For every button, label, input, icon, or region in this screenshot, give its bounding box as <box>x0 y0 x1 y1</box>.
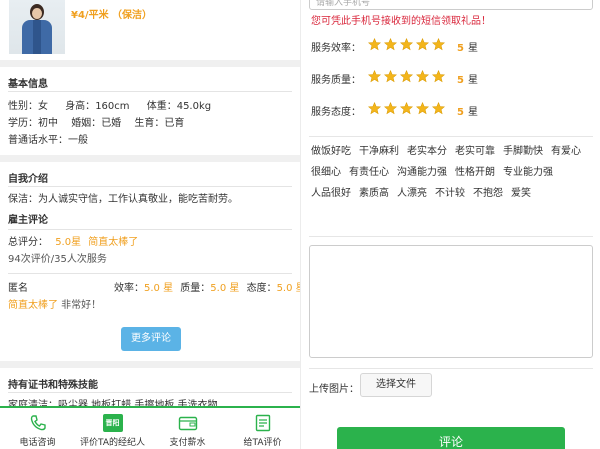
star-icon[interactable] <box>383 37 398 54</box>
basic-info-row-1: 性别：女 身高：160cm 体重：45.0kg <box>8 101 212 112</box>
basic-info-row-2: 学历：初中 婚姻：已婚 生育：已育 <box>8 118 185 129</box>
reviews-title: 雇主评论 <box>8 215 48 226</box>
star-rating-attitude[interactable] <box>367 101 446 118</box>
impression-tag[interactable]: 人漂亮 <box>397 187 427 201</box>
star-icon[interactable] <box>399 37 414 54</box>
star-icon[interactable] <box>415 69 430 86</box>
star-rating-efficiency[interactable] <box>367 37 446 54</box>
impression-tag[interactable]: 性格开朗 <box>455 166 495 180</box>
comment-textarea[interactable] <box>309 245 593 358</box>
bottom-nav: 电话咨询 晋阳 评价TA的经纪人 支付薪水 给TA评价 <box>0 406 300 449</box>
impression-tag[interactable]: 不计较 <box>435 187 465 201</box>
star-icon[interactable] <box>367 37 382 54</box>
impression-tag[interactable]: 人品很好 <box>311 187 351 201</box>
impression-tag[interactable]: 做饭好吃 <box>311 145 351 159</box>
wallet-icon <box>150 413 225 433</box>
star-icon[interactable] <box>367 101 382 118</box>
star-rating-quality[interactable] <box>367 69 446 86</box>
review-form-panel: 请输入手机号 您可凭此手机号接收到的短信领取礼品！ 服务效率： 5星 服务质量：… <box>300 0 600 449</box>
intro-title: 自我介绍 <box>8 174 48 185</box>
impression-tag[interactable]: 老实可靠 <box>455 145 495 159</box>
star-icon[interactable] <box>431 37 446 54</box>
star-icon[interactable] <box>431 101 446 118</box>
rating-attitude: 服务态度： 5星 <box>311 101 478 118</box>
more-reviews-button[interactable]: 更多评论 <box>121 327 181 351</box>
star-icon[interactable] <box>399 101 414 118</box>
star-icon[interactable] <box>367 69 382 86</box>
nav-rate-employee[interactable]: 给TA评价 <box>225 408 300 449</box>
employee-photo <box>9 0 65 54</box>
review-count: 94次评价/35人次服务 <box>8 254 107 265</box>
star-icon[interactable] <box>431 69 446 86</box>
star-icon[interactable] <box>399 69 414 86</box>
skills-title: 持有证书和特殊技能 <box>8 380 98 391</box>
agent-badge-icon: 晋阳 <box>75 413 150 433</box>
phone-icon <box>0 413 75 433</box>
star-icon[interactable] <box>415 101 430 118</box>
profile-header: ¥4/平米 （保洁） <box>0 0 300 60</box>
impression-tag[interactable]: 手脚勤快 <box>503 145 543 159</box>
total-score-row: 总评分： 5.0星 简直太棒了 <box>8 237 139 248</box>
review-item-header: 匿名 效率：5.0 星 质量：5.0 星 态度：5.0 星 <box>8 283 300 294</box>
rating-efficiency: 服务效率： 5星 <box>311 37 478 54</box>
gift-notice: 您可凭此手机号接收到的短信领取礼品！ <box>311 16 491 27</box>
rating-quality: 服务质量： 5星 <box>311 69 478 86</box>
impression-tag[interactable]: 有责任心 <box>349 166 389 180</box>
upload-image-label: 上传图片： <box>309 384 359 395</box>
price-text: ¥4/平米 （保洁） <box>71 10 153 21</box>
submit-review-button[interactable]: 评论 <box>337 427 565 449</box>
nav-pay-salary[interactable]: 支付薪水 <box>150 408 225 449</box>
star-icon[interactable] <box>415 37 430 54</box>
impression-tag[interactable]: 爱笑 <box>511 187 531 201</box>
review-item-comment: 简直太棒了 非常好！ <box>8 300 102 311</box>
impression-tag[interactable]: 老实本分 <box>407 145 447 159</box>
impression-tag[interactable]: 干净麻利 <box>359 145 399 159</box>
star-icon[interactable] <box>383 69 398 86</box>
section-divider <box>0 60 300 67</box>
employee-detail-panel: ¥4/平米 （保洁） 基本信息 性别：女 身高：160cm 体重：45.0kg … <box>0 0 300 449</box>
impression-tag[interactable]: 沟通能力强 <box>397 166 447 180</box>
basic-info-row-3: 普通话水平：一般 <box>8 135 88 146</box>
nav-rate-agent[interactable]: 晋阳 评价TA的经纪人 <box>75 408 150 449</box>
impression-tag[interactable]: 很细心 <box>311 166 341 180</box>
document-icon <box>225 413 300 433</box>
impression-tag[interactable]: 专业能力强 <box>503 166 553 180</box>
impression-tag[interactable]: 有爱心 <box>551 145 581 159</box>
basic-info-title: 基本信息 <box>8 79 48 90</box>
star-icon[interactable] <box>383 101 398 118</box>
impression-tag[interactable]: 不抱怨 <box>473 187 503 201</box>
nav-phone-consult[interactable]: 电话咨询 <box>0 408 75 449</box>
intro-text: 保洁：为人诚实守信，工作认真敬业，能吃苦耐劳。 <box>8 194 238 205</box>
phone-input[interactable]: 请输入手机号 <box>309 0 593 10</box>
choose-file-button[interactable]: 选择文件 <box>360 373 432 397</box>
impression-tag[interactable]: 素质高 <box>359 187 389 201</box>
impression-tags: 做饭好吃 干净麻利 老实本分 老实可靠 手脚勤快 有爱心很细心 有责任心 沟通能力强 性格开朗专… <box>309 145 597 208</box>
